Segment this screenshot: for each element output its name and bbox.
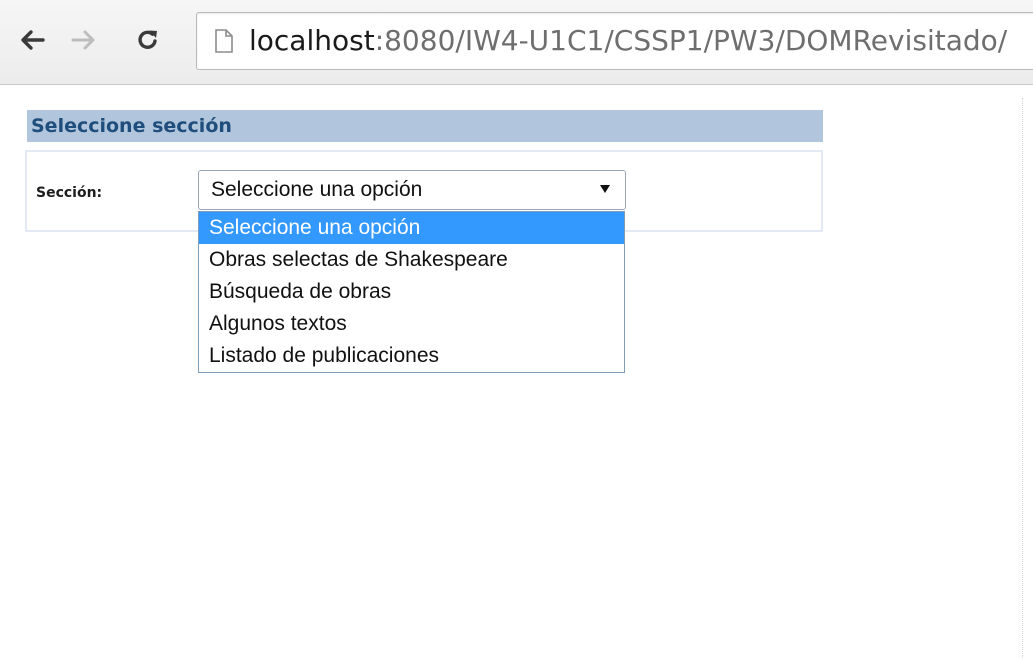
url-text: localhost:8080/IW4-U1C1/CSSP1/PW3/DOMRev… [249, 22, 1007, 60]
section-field-label: Sección: [36, 185, 103, 201]
page-divider [1022, 98, 1023, 658]
back-arrow-icon [21, 30, 45, 50]
dropdown-option-listado-publicaciones[interactable]: Listado de publicaciones [199, 340, 624, 372]
page-icon [215, 29, 233, 53]
section-select[interactable]: Seleccione una opción [198, 170, 626, 210]
forward-arrow-icon [71, 30, 95, 50]
section-panel-title: Seleccione sección [27, 110, 823, 142]
browser-toolbar: localhost:8080/IW4-U1C1/CSSP1/PW3/DOMRev… [0, 0, 1033, 85]
dropdown-option-busqueda-obras[interactable]: Búsqueda de obras [199, 276, 624, 308]
url-path: :8080/IW4-U1C1/CSSP1/PW3/DOMRevisitado/ [374, 24, 1008, 57]
section-dropdown-list: Seleccione una opción Obras selectas de … [198, 211, 625, 373]
address-bar[interactable]: localhost:8080/IW4-U1C1/CSSP1/PW3/DOMRev… [196, 12, 1033, 70]
dropdown-arrow-icon [600, 185, 610, 193]
dropdown-option-algunos-textos[interactable]: Algunos textos [199, 308, 624, 340]
forward-button[interactable] [66, 20, 102, 60]
dropdown-option-seleccione[interactable]: Seleccione una opción [199, 212, 624, 244]
section-select-value: Seleccione una opción [211, 178, 423, 201]
reload-button[interactable] [130, 20, 166, 60]
url-host: localhost [249, 24, 375, 57]
reload-icon [138, 30, 157, 49]
back-button[interactable] [14, 20, 50, 60]
dropdown-option-obras-selectas[interactable]: Obras selectas de Shakespeare [199, 244, 624, 276]
